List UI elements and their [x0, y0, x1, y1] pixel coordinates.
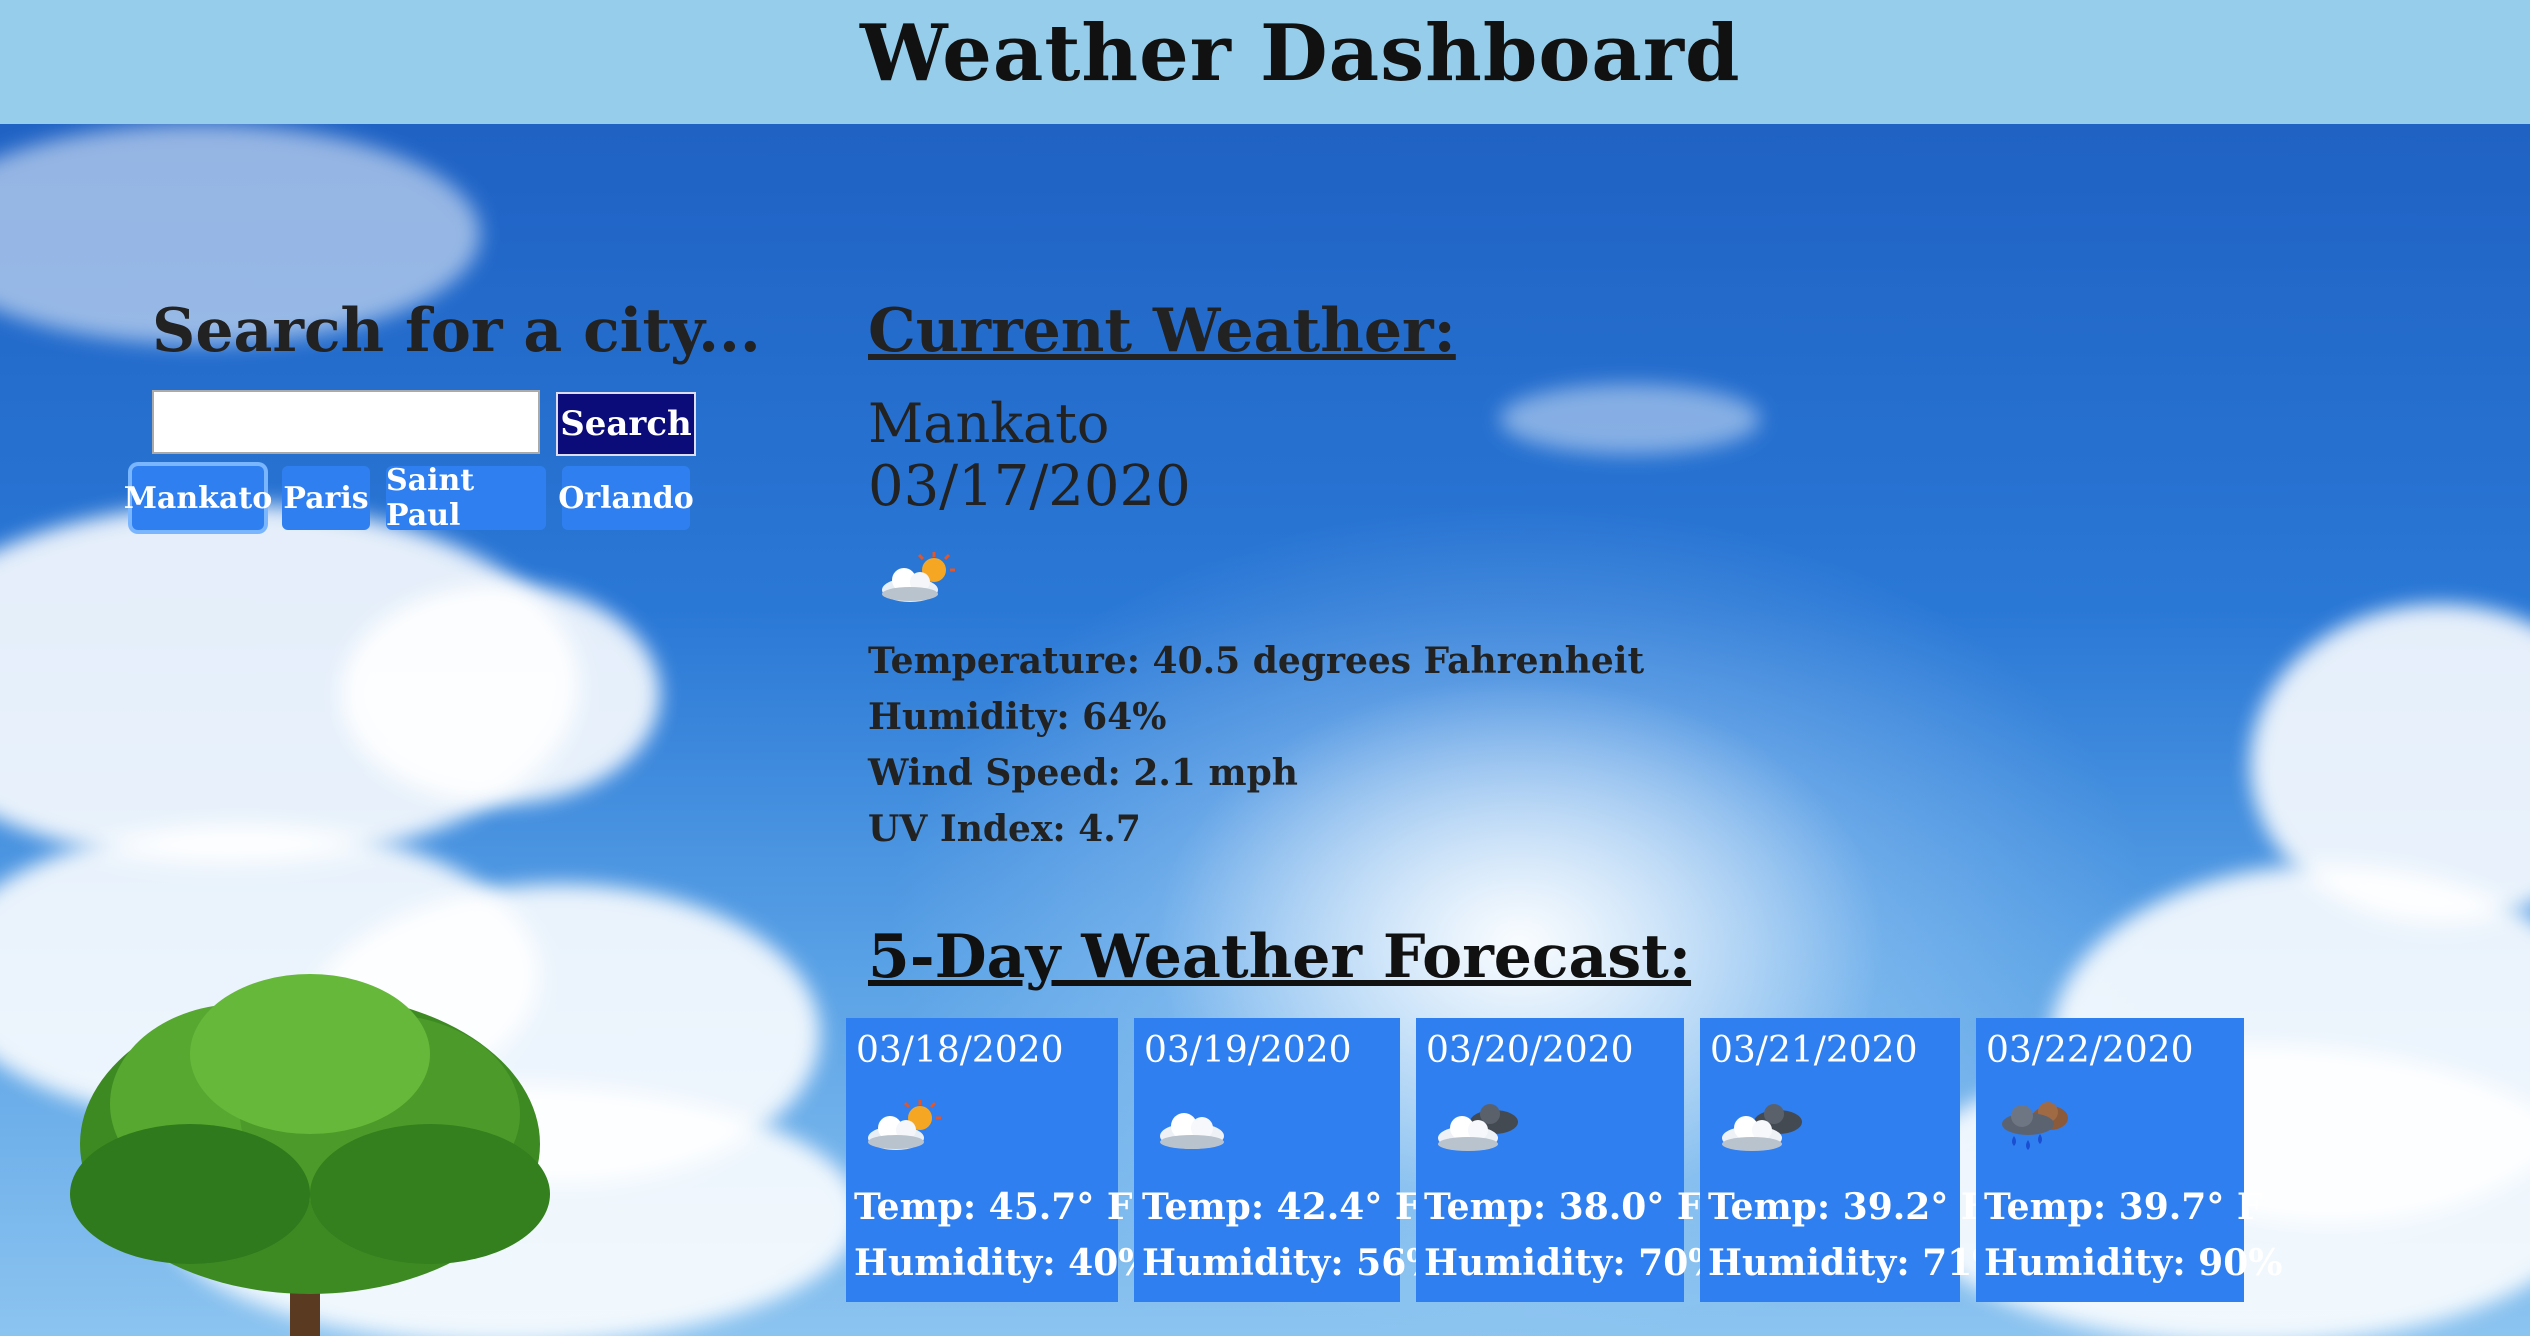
- tree-image: [70, 974, 550, 1336]
- history-button-paris[interactable]: Paris: [282, 466, 370, 530]
- forecast-temp: Temp: 42.4° F: [1142, 1186, 1421, 1228]
- history-button-mankato[interactable]: Mankato: [124, 466, 272, 530]
- forecast-card-day-2: 03/19/2020 Temp: 42.4° F Humidity: 56%: [1134, 1018, 1440, 1302]
- forecast-temp: Temp: 38.0° F: [1424, 1186, 1703, 1228]
- forecast-humidity: Humidity: 56%: [1142, 1242, 1441, 1284]
- current-temperature: Temperature: 40.5 degrees Fahrenheit: [868, 640, 1645, 682]
- current-uv-index: UV Index: 4.7: [868, 808, 1141, 850]
- forecast-date: 03/21/2020: [1710, 1030, 1918, 1071]
- forecast-card-day-5: 03/22/2020 Temp: 39.7° F Humidity: 90%: [1976, 1018, 2282, 1302]
- current-wind-speed: Wind Speed: 2.1 mph: [868, 752, 1298, 794]
- forecast-humidity: Humidity: 71%: [1708, 1242, 2007, 1284]
- current-humidity: Humidity: 64%: [868, 696, 1167, 738]
- forecast-heading: 5-Day Weather Forecast:: [868, 922, 1692, 992]
- forecast-humidity: Humidity: 40%: [854, 1242, 1153, 1284]
- forecast-date: 03/22/2020: [1986, 1030, 2194, 1071]
- forecast-card-day-3: 03/20/2020 Temp: 38.0° F Humidity: 70%: [1416, 1018, 1722, 1302]
- partly-sunny-icon: [882, 552, 955, 602]
- forecast-humidity: Humidity: 70%: [1424, 1242, 1723, 1284]
- search-button[interactable]: Search: [556, 392, 696, 456]
- forecast-card-day-4: 03/21/2020 Temp: 39.2° F Humidity: 71%: [1700, 1018, 2006, 1302]
- history-button-orlando[interactable]: Orlando: [558, 466, 694, 530]
- forecast-temp: Temp: 45.7° F: [854, 1186, 1133, 1228]
- cloud-icon: [1160, 1113, 1224, 1149]
- forecast-temp: Temp: 39.7° F: [1984, 1186, 2263, 1228]
- history-button-saint-paul[interactable]: Saint Paul: [386, 463, 546, 533]
- forecast-date: 03/20/2020: [1426, 1030, 1634, 1071]
- current-weather-heading: Current Weather:: [868, 296, 1456, 366]
- overcast-icon: [1722, 1104, 1802, 1151]
- overcast-icon: [1438, 1104, 1518, 1151]
- rain-icon: [2002, 1102, 2068, 1150]
- forecast-temp: Temp: 39.2° F: [1708, 1186, 1987, 1228]
- forecast-card-day-1: 03/18/2020 Temp: 45.7° F Humidity: 40%: [846, 1018, 1152, 1302]
- page-title: Weather Dashboard: [860, 8, 1741, 99]
- forecast-date: 03/19/2020: [1144, 1030, 1352, 1071]
- app-header: Weather Dashboard: [0, 0, 2530, 124]
- forecast-humidity: Humidity: 90%: [1984, 1242, 2283, 1284]
- partly-sunny-icon: [868, 1100, 941, 1150]
- forecast-date: 03/18/2020: [856, 1030, 1064, 1071]
- search-heading: Search for a city...: [152, 296, 761, 366]
- current-date: 03/17/2020: [868, 454, 1191, 519]
- current-city: Mankato: [868, 392, 1110, 455]
- city-search-input[interactable]: [152, 390, 540, 454]
